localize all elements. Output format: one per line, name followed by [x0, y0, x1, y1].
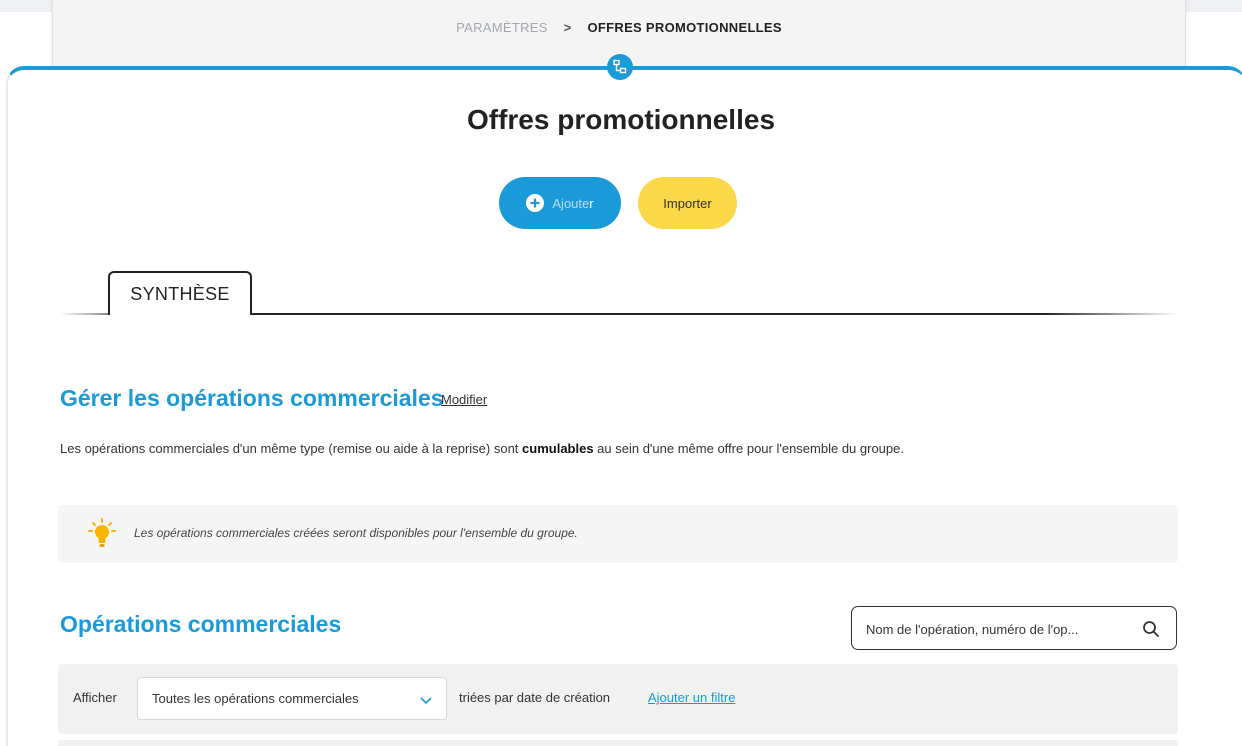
- add-button-label-faded: Ajoute: [552, 195, 590, 211]
- search-icon[interactable]: [1141, 619, 1161, 639]
- operations-type-select[interactable]: Toutes les opérations commerciales: [137, 677, 447, 720]
- desc-bold: cumulables: [522, 441, 594, 456]
- modify-link[interactable]: Modifier: [441, 392, 487, 407]
- page-title: Offres promotionnelles: [466, 104, 776, 135]
- breadcrumb-current: OFFRES PROMOTIONNELLES: [587, 20, 782, 35]
- breadcrumb-parent[interactable]: PARAMÈTRES: [456, 20, 548, 35]
- plus-circle-icon: [526, 194, 545, 212]
- info-box: Les opérations commerciales créées seron…: [58, 505, 1178, 563]
- import-button[interactable]: Importer: [638, 177, 737, 229]
- search-field[interactable]: [851, 606, 1177, 650]
- manage-section-title: Gérer les opérations commerciales: [60, 385, 444, 411]
- chevron-down-icon: [420, 697, 432, 705]
- table-header-strip: [58, 740, 1178, 746]
- info-text: Les opérations commerciales créées seron…: [134, 526, 578, 540]
- lightbulb-icon: [88, 518, 116, 547]
- operations-title: Opérations commerciales: [60, 611, 342, 637]
- search-input[interactable]: [866, 619, 1136, 639]
- breadcrumb: PARAMÈTRES > OFFRES PROMOTIONNELLES: [53, 20, 1185, 35]
- add-button-label: Ajouter: [552, 196, 593, 211]
- add-button-label-end: r: [589, 195, 594, 211]
- add-button[interactable]: Ajouter: [499, 177, 621, 249]
- tab-synthese[interactable]: SYNTHÈSE: [108, 271, 252, 315]
- hierarchy-icon: [607, 54, 633, 80]
- desc-before: Les opérations commerciales d'un même ty…: [60, 441, 523, 456]
- filter-bar: Afficher Toutes les opérations commercia…: [58, 664, 1178, 734]
- add-filter-link[interactable]: Ajouter un filtre: [648, 690, 735, 705]
- select-value: Toutes les opérations commerciales: [152, 691, 359, 706]
- filter-show-label: Afficher: [73, 690, 117, 705]
- breadcrumb-separator: >: [563, 20, 572, 35]
- desc-after: au sein d'une même offre pour l'ensemble…: [593, 441, 904, 456]
- sorted-text: triées par date de création: [459, 690, 611, 705]
- manage-description: Les opérations commerciales d'un même ty…: [60, 441, 904, 456]
